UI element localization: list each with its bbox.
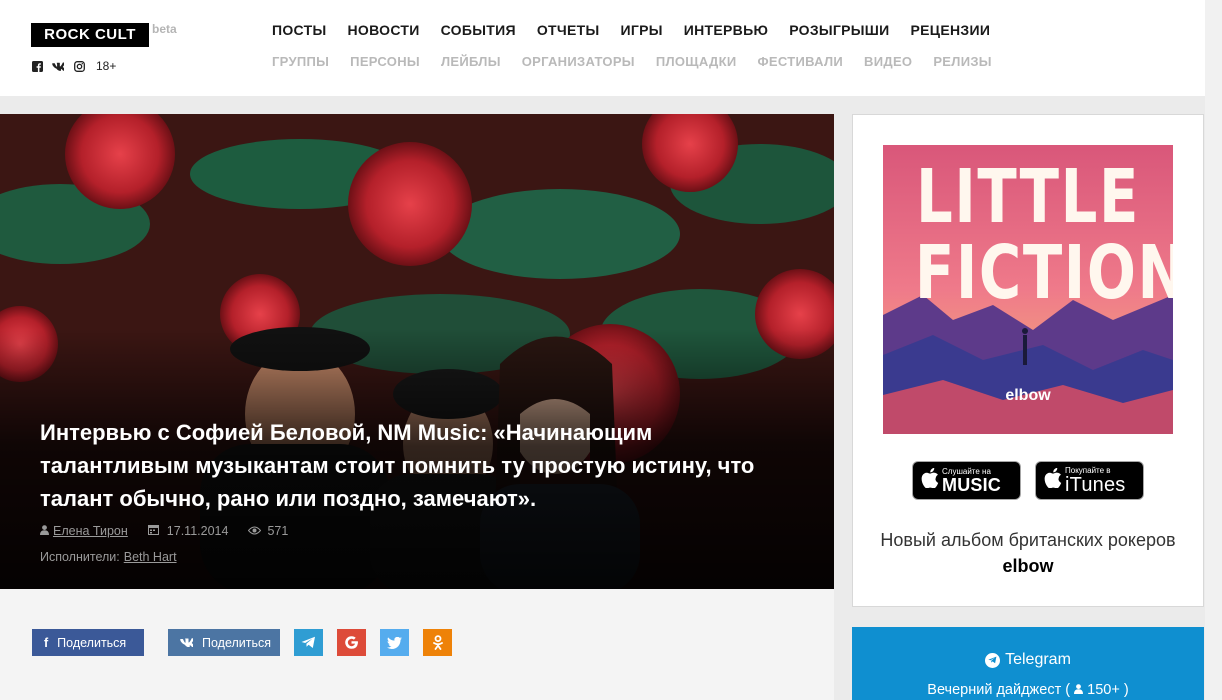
secondary-nav: ГРУППЫ ПЕРСОНЫ ЛЕЙБЛЫ ОРГАНИЗАТОРЫ ПЛОЩА… (272, 54, 992, 69)
album-caption-artist[interactable]: elbow (1002, 556, 1053, 576)
telegram-icon (985, 652, 1001, 668)
apple-music-label: MUSIC (942, 474, 1001, 495)
nav-organizers[interactable]: ОРГАНИЗАТОРЫ (522, 54, 635, 69)
user-icon (40, 524, 49, 538)
google-share-button[interactable] (337, 629, 366, 656)
itunes-button[interactable]: Покупайте в iTunes (1035, 461, 1144, 500)
article-date: 17.11.2014 (166, 524, 229, 538)
performer-link[interactable]: Beth Hart (124, 550, 177, 564)
apple-icon (921, 467, 939, 494)
telegram-digest-label: Вечерний дайджест ( (927, 682, 1071, 698)
users-icon (1074, 682, 1087, 698)
nav-festivals[interactable]: ФЕСТИВАЛИ (757, 54, 843, 69)
telegram-title-label: Telegram (1005, 651, 1071, 668)
telegram-subtitle: Вечерний дайджест ( 150+ ) (852, 682, 1204, 698)
page-scrollbar[interactable] (1205, 0, 1222, 700)
store-buttons: Слушайте на MUSIC Покупайте в iTunes (912, 461, 1144, 500)
article-meta: Елена Тирон 17.11.2014 571 (40, 524, 288, 538)
facebook-share-label: Поделиться (57, 635, 127, 650)
vk-share-button[interactable]: Поделиться (168, 629, 280, 656)
facebook-icon[interactable] (31, 60, 43, 72)
album-promo: LITTLE FICTIONS elbow Слушайте на MUSIC … (852, 114, 1204, 607)
performers-label: Исполнители: (40, 550, 120, 564)
article-performers: Исполнители: Beth Hart (40, 550, 177, 564)
nav-events[interactable]: СОБЫТИЯ (441, 22, 516, 38)
nav-venues[interactable]: ПЛОЩАДКИ (656, 54, 737, 69)
twitter-icon (387, 636, 402, 649)
share-buttons: f Поделиться Поделиться (32, 629, 452, 656)
itunes-label: iTunes (1065, 473, 1126, 496)
google-icon (345, 636, 358, 649)
instagram-icon[interactable] (73, 60, 85, 72)
nav-bands[interactable]: ГРУППЫ (272, 54, 329, 69)
article-hero[interactable]: Интервью с Софией Беловой, NM Music: «На… (0, 114, 834, 589)
telegram-subscriber-count: 150+ (1087, 682, 1120, 698)
twitter-share-button[interactable] (380, 629, 409, 656)
album-title: LITTLE FICTIONS (914, 154, 1173, 316)
nav-reports[interactable]: ОТЧЕТЫ (537, 22, 600, 38)
apple-icon (1044, 467, 1062, 494)
article-views: 571 (267, 524, 289, 538)
odnoklassniki-icon (432, 635, 443, 650)
site-header: ROCK CULT beta 18+ ПОСТЫ НОВОСТИ СОБЫТИЯ… (0, 0, 1205, 96)
nav-releases[interactable]: РЕЛИЗЫ (933, 54, 991, 69)
album-title-line2: FICTIONS (914, 230, 1173, 316)
telegram-title: Telegram (852, 651, 1204, 669)
nav-posts[interactable]: ПОСТЫ (272, 22, 326, 38)
nav-news[interactable]: НОВОСТИ (347, 22, 419, 38)
album-caption: Новый альбом британских рокеров elbow (873, 527, 1183, 579)
telegram-digest-box[interactable]: Telegram Вечерний дайджест ( 150+ ) (852, 627, 1204, 700)
odnoklassniki-share-button[interactable] (423, 629, 452, 656)
facebook-share-button[interactable]: f Поделиться (32, 629, 144, 656)
telegram-share-button[interactable] (294, 629, 323, 656)
nav-labels[interactable]: ЛЕЙБЛЫ (441, 54, 501, 69)
nav-interviews[interactable]: ИНТЕРВЬЮ (684, 22, 768, 38)
main-nav: ПОСТЫ НОВОСТИ СОБЫТИЯ ОТЧЕТЫ ИГРЫ ИНТЕРВ… (272, 22, 990, 38)
nav-persons[interactable]: ПЕРСОНЫ (350, 54, 420, 69)
social-links: 18+ (31, 59, 116, 73)
article-author-link[interactable]: Елена Тирон (53, 524, 128, 538)
facebook-icon: f (44, 635, 49, 650)
album-cover[interactable]: LITTLE FICTIONS elbow (883, 145, 1173, 434)
calendar-icon (147, 524, 159, 538)
vk-icon (180, 636, 195, 650)
nav-reviews[interactable]: РЕЦЕНЗИИ (911, 22, 991, 38)
nav-video[interactable]: ВИДЕО (864, 54, 912, 69)
album-title-line1: LITTLE (916, 154, 1140, 240)
telegram-digest-close: ) (1123, 682, 1129, 698)
nav-giveaways[interactable]: РОЗЫГРЫШИ (789, 22, 889, 38)
eye-icon (248, 524, 262, 538)
vk-share-label: Поделиться (202, 635, 272, 650)
telegram-icon (301, 636, 315, 648)
age-rating: 18+ (96, 59, 117, 73)
album-artist: elbow (1005, 387, 1051, 404)
nav-games[interactable]: ИГРЫ (621, 22, 663, 38)
share-area: f Поделиться Поделиться (0, 589, 834, 700)
vk-icon[interactable] (52, 60, 64, 72)
beta-badge: beta (152, 22, 177, 36)
apple-music-button[interactable]: Слушайте на MUSIC (912, 461, 1021, 500)
article-title[interactable]: Интервью с Софией Беловой, NM Music: «На… (40, 416, 800, 515)
site-logo[interactable]: ROCK CULT (31, 23, 149, 47)
album-caption-text: Новый альбом британских рокеров (880, 530, 1176, 550)
